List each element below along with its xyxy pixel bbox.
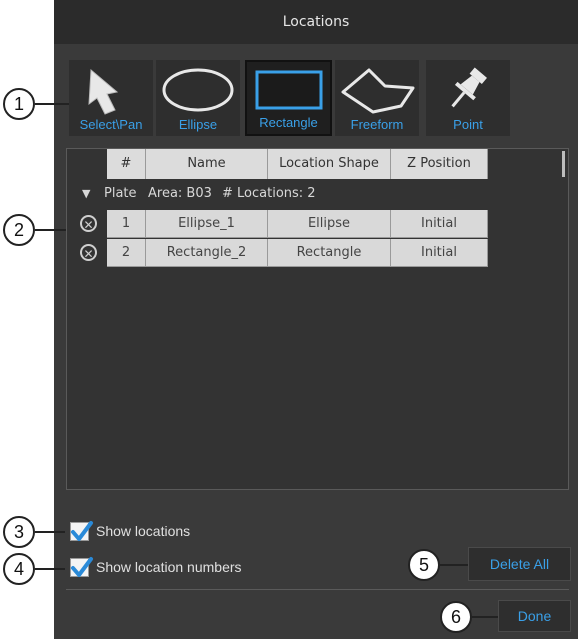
column-header-name[interactable]: Name	[146, 149, 268, 179]
locations-table: # Name Location Shape Z Position ▼ Plate…	[66, 148, 569, 490]
show-location-numbers-label: Show location numbers	[96, 559, 242, 575]
callout-2: 2	[3, 214, 35, 246]
show-location-numbers-checkbox[interactable]	[70, 557, 93, 577]
show-locations-checkbox[interactable]	[70, 521, 93, 541]
row-1-shape: Ellipse	[268, 210, 391, 238]
ellipse-icon	[162, 68, 234, 112]
tool-select-pan-label: Select\Pan	[79, 117, 143, 132]
delete-all-button[interactable]: Delete All	[468, 547, 571, 581]
done-button[interactable]: Done	[498, 600, 571, 632]
column-header-number[interactable]: #	[107, 149, 146, 179]
group-count-label: # Locations: 2	[222, 186, 316, 201]
callout-5-leader	[440, 564, 468, 566]
column-header-z-position[interactable]: Z Position	[391, 149, 488, 179]
row-1-name[interactable]: Ellipse_1	[146, 210, 268, 238]
row-2-name[interactable]: Rectangle_2	[146, 239, 268, 267]
callout-1-leader	[35, 103, 69, 105]
row-1-number: 1	[107, 210, 146, 238]
callout-4-leader	[35, 568, 65, 570]
callout-6-leader	[472, 616, 498, 618]
row-2-number: 2	[107, 239, 146, 267]
rectangle-icon	[255, 70, 323, 110]
show-locations-label: Show locations	[96, 523, 191, 539]
tool-rectangle-button[interactable]: Rectangle	[245, 60, 332, 136]
tool-freeform-label: Freeform	[350, 117, 404, 132]
pushpin-icon	[451, 67, 487, 108]
callout-5: 5	[408, 549, 440, 581]
tool-freeform-button[interactable]: Freeform	[335, 60, 419, 136]
remove-location-icon[interactable]: ✕	[80, 244, 97, 261]
group-row-plate[interactable]: ▼ Plate Area: B03 # Locations: 2	[67, 180, 568, 208]
tool-point-label: Point	[453, 117, 483, 132]
freeform-polygon-icon	[341, 68, 415, 114]
tool-ellipse-label: Ellipse	[178, 117, 218, 132]
tool-select-pan-button[interactable]: Select\Pan	[69, 60, 153, 136]
window-title: Locations	[54, 0, 578, 44]
checkmark-icon	[71, 521, 93, 541]
row-2-shape: Rectangle	[268, 239, 391, 267]
group-area-label: Area: B03	[148, 186, 212, 201]
column-header-location-shape[interactable]: Location Shape	[268, 149, 391, 179]
row-1-z-position[interactable]: Initial	[391, 210, 488, 238]
remove-location-icon[interactable]: ✕	[80, 215, 97, 232]
tool-rectangle-label: Rectangle	[259, 115, 318, 130]
pointer-arrow-icon	[88, 68, 119, 115]
callout-4: 4	[3, 553, 35, 585]
group-plate-label: Plate	[104, 186, 137, 201]
footer-divider	[66, 589, 569, 590]
tool-point-button[interactable]: Point	[426, 60, 510, 136]
table-scrollbar[interactable]	[562, 151, 565, 177]
row-2-z-position[interactable]: Initial	[391, 239, 488, 267]
collapse-triangle-icon[interactable]: ▼	[82, 180, 90, 208]
callout-3-leader	[35, 531, 65, 533]
callout-3: 3	[3, 516, 35, 548]
callout-6: 6	[440, 601, 472, 633]
callout-1: 1	[3, 88, 35, 120]
tool-ellipse-button[interactable]: Ellipse	[156, 60, 240, 136]
checkmark-icon	[71, 557, 93, 577]
callout-2-leader	[35, 229, 69, 231]
